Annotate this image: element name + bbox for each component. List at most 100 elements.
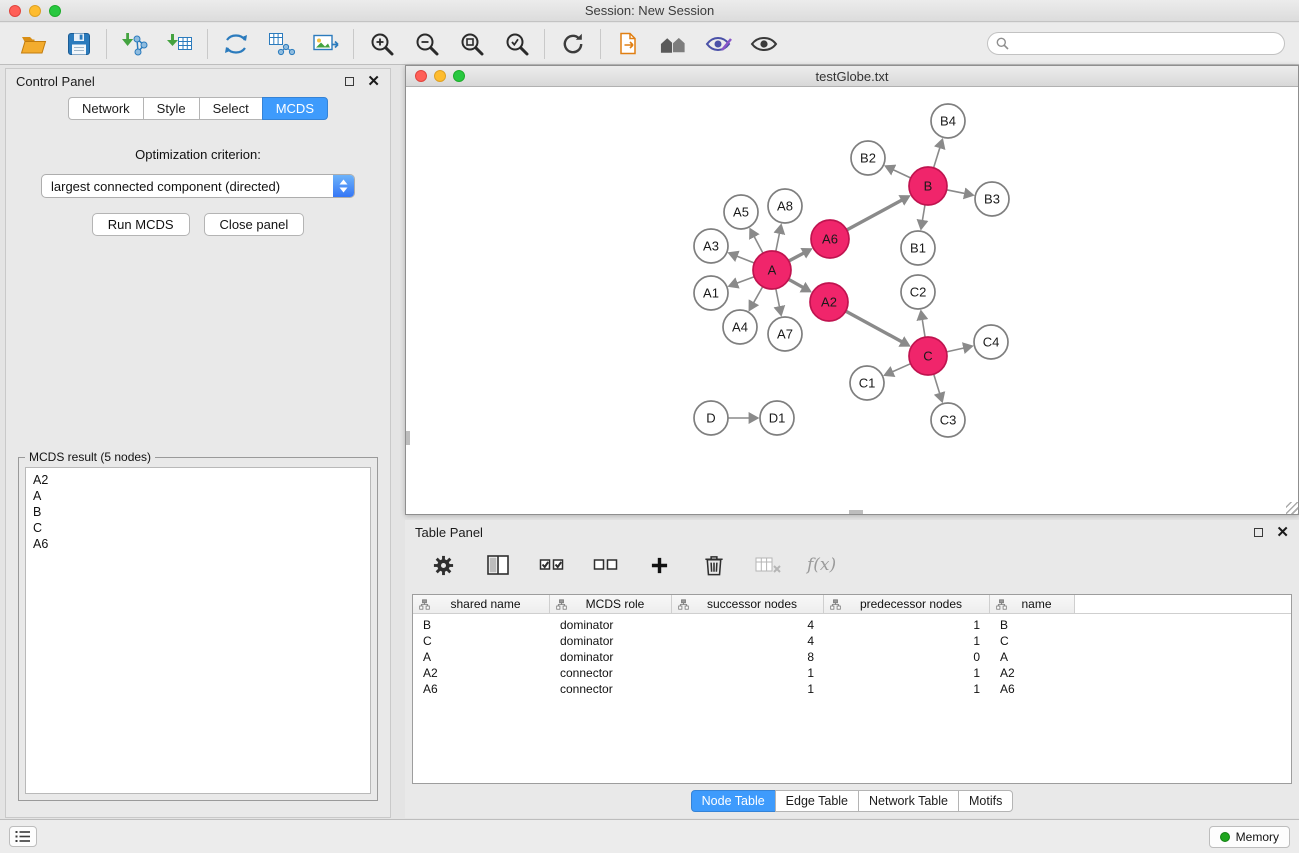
column-browser-icon[interactable] <box>483 551 512 580</box>
delete-table-icon[interactable] <box>753 551 782 580</box>
node-C3[interactable]: C3 <box>931 403 965 437</box>
node-A[interactable]: A <box>753 251 791 289</box>
node-A4[interactable]: A4 <box>723 310 757 344</box>
home-pair-icon[interactable] <box>659 29 688 58</box>
column-header-successor-nodes[interactable]: successor nodes <box>672 595 824 613</box>
vertical-scroll-indicator[interactable] <box>406 431 410 445</box>
table-settings-gear-icon[interactable] <box>429 551 458 580</box>
dropdown-stepper-icon[interactable] <box>333 175 354 197</box>
network-window-titlebar[interactable]: testGlobe.txt <box>406 66 1298 87</box>
svg-text:C1: C1 <box>859 376 876 391</box>
column-header-shared-name[interactable]: shared name <box>413 595 550 613</box>
memory-button[interactable]: Memory <box>1209 826 1290 848</box>
table-row[interactable]: A6connector11A6 <box>413 681 1291 697</box>
network-close-button[interactable] <box>415 70 427 82</box>
node-B[interactable]: B <box>909 167 947 205</box>
network-canvas[interactable]: B4 B2 B B3 A5 A8 A6 B1 A3 A C2 A1 A2 A4 A7 C4 C C1 C3 D D1 <box>406 88 1298 514</box>
copy-document-icon[interactable] <box>614 29 643 58</box>
node-A8[interactable]: A8 <box>768 189 802 223</box>
maximize-window-button[interactable] <box>49 5 61 17</box>
zoom-fit-icon[interactable] <box>457 29 486 58</box>
tab-node-table[interactable]: Node Table <box>691 790 776 812</box>
edge-A-A6 <box>789 252 806 261</box>
table-row[interactable]: Bdominator41B <box>413 617 1291 633</box>
node-D1[interactable]: D1 <box>760 401 794 435</box>
import-table-icon[interactable] <box>165 29 194 58</box>
eye-edit-icon[interactable] <box>704 29 733 58</box>
column-header-MCDS-role[interactable]: MCDS role <box>550 595 672 613</box>
svg-text:A: A <box>768 263 777 278</box>
open-session-icon[interactable] <box>19 29 48 58</box>
apply-layout-icon[interactable] <box>558 29 587 58</box>
tab-edge-table[interactable]: Edge Table <box>775 790 859 812</box>
table-row[interactable]: Cdominator41C <box>413 633 1291 649</box>
node-A1[interactable]: A1 <box>694 276 728 310</box>
zoom-selected-icon[interactable] <box>502 29 531 58</box>
node-C4[interactable]: C4 <box>974 325 1008 359</box>
network-maximize-button[interactable] <box>453 70 465 82</box>
node-B1[interactable]: B1 <box>901 231 935 265</box>
save-session-icon[interactable] <box>64 29 93 58</box>
deselect-all-icon[interactable] <box>591 551 620 580</box>
zoom-out-icon[interactable] <box>412 29 441 58</box>
edge-A-A3 <box>735 256 754 264</box>
tab-mcds[interactable]: MCDS <box>262 97 328 120</box>
table-row[interactable]: Adominator80A <box>413 649 1291 665</box>
node-A2[interactable]: A2 <box>810 283 848 321</box>
node-B3[interactable]: B3 <box>975 182 1009 216</box>
node-A6[interactable]: A6 <box>811 220 849 258</box>
node-A3[interactable]: A3 <box>694 229 728 263</box>
svg-text:A8: A8 <box>777 199 793 214</box>
import-network-icon[interactable] <box>120 29 149 58</box>
node-D[interactable]: D <box>694 401 728 435</box>
node-A7[interactable]: A7 <box>768 317 802 351</box>
node-C[interactable]: C <box>909 337 947 375</box>
mcds-result-list[interactable]: A2ABCA6 <box>25 467 371 794</box>
search-input[interactable] <box>1014 37 1276 51</box>
tab-motifs[interactable]: Motifs <box>958 790 1013 812</box>
tab-style[interactable]: Style <box>143 97 200 120</box>
network-table-icon[interactable] <box>266 29 295 58</box>
minimize-window-button[interactable] <box>29 5 41 17</box>
select-all-icon[interactable] <box>537 551 566 580</box>
zoom-in-icon[interactable] <box>367 29 396 58</box>
task-history-button[interactable] <box>9 826 37 847</box>
export-image-icon[interactable] <box>311 29 340 58</box>
tab-select[interactable]: Select <box>199 97 263 120</box>
column-header-predecessor-nodes[interactable]: predecessor nodes <box>824 595 990 613</box>
optimization-criterion-dropdown[interactable]: largest connected component (directed) <box>41 174 355 198</box>
network-minimize-button[interactable] <box>434 70 446 82</box>
node-B4[interactable]: B4 <box>931 104 965 138</box>
horizontal-scroll-indicator[interactable] <box>849 510 863 514</box>
svg-text:B: B <box>924 179 933 194</box>
node-B2[interactable]: B2 <box>851 141 885 175</box>
node-A5[interactable]: A5 <box>724 195 758 229</box>
float-panel-icon[interactable] <box>345 77 354 86</box>
search-box[interactable] <box>987 32 1285 55</box>
tab-network-table[interactable]: Network Table <box>858 790 959 812</box>
clone-network-icon[interactable] <box>221 29 250 58</box>
result-item: C <box>33 520 363 536</box>
tab-network[interactable]: Network <box>68 97 144 120</box>
delete-column-icon[interactable] <box>699 551 728 580</box>
close-panel-icon[interactable]: ✕ <box>367 74 380 89</box>
table-panel-title: Table Panel <box>415 525 483 540</box>
node-C2[interactable]: C2 <box>901 275 935 309</box>
resize-grip[interactable] <box>1286 502 1298 514</box>
float-table-panel-icon[interactable] <box>1254 528 1263 537</box>
column-header-name[interactable]: name <box>990 595 1075 613</box>
eye-icon[interactable] <box>749 29 778 58</box>
edge-C-C3 <box>934 374 941 395</box>
svg-text:A2: A2 <box>821 295 837 310</box>
close-table-panel-icon[interactable]: ✕ <box>1276 525 1289 540</box>
svg-text:C4: C4 <box>983 335 1000 350</box>
add-column-icon[interactable] <box>645 551 674 580</box>
node-C1[interactable]: C1 <box>850 366 884 400</box>
function-builder-icon[interactable]: f(x) <box>807 555 836 575</box>
table-row[interactable]: A2connector11A2 <box>413 665 1291 681</box>
svg-text:A3: A3 <box>703 239 719 254</box>
close-panel-button[interactable]: Close panel <box>204 213 305 236</box>
table-tabs: Node TableEdge TableNetwork TableMotifs <box>405 790 1299 812</box>
close-window-button[interactable] <box>9 5 21 17</box>
run-mcds-button[interactable]: Run MCDS <box>92 213 190 236</box>
